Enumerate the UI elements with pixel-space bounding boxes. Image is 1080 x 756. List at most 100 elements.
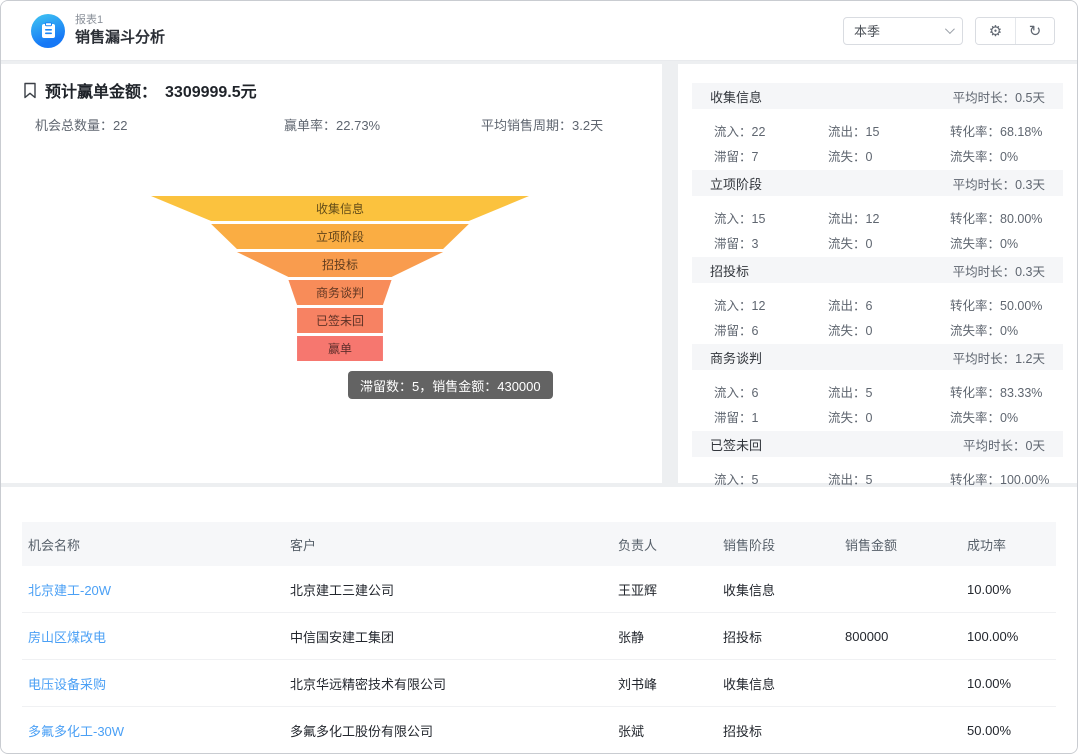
chevron-down-icon <box>945 24 955 34</box>
stat-value: 22 <box>113 118 127 133</box>
col-customer: 客户 <box>284 535 612 554</box>
stay-stat: 滞留：1 <box>714 407 828 426</box>
stat-total-opportunities: 机会总数量：22 <box>35 115 127 134</box>
col-owner: 负责人 <box>612 535 717 554</box>
conversion-stat: 转化率：50.00% <box>950 295 1063 314</box>
inflow-stat: 流入：6 <box>714 382 828 401</box>
opportunities-table: 机会名称 客户 负责人 销售阶段 销售金额 成功率 北京建工-20W 北京建工三… <box>22 522 1056 754</box>
refresh-icon: ↻ <box>1029 22 1042 40</box>
inflow-stat: 流入：5 <box>714 469 828 488</box>
funnel-segment-label: 商务谈判 <box>316 285 364 300</box>
stage-avg-duration: 平均时长：0.3天 <box>953 174 1045 193</box>
stat-value: 22.73% <box>336 118 380 133</box>
conversion-stat: 转化率：83.33% <box>950 382 1063 401</box>
col-amount: 销售金额 <box>839 535 961 554</box>
table-row: 电压设备采购 北京华远精密技术有限公司 刘书峰 收集信息 10.00% <box>22 660 1056 707</box>
success-rate-cell: 10.00% <box>961 582 1056 597</box>
table-row: 多氟多化工-30W 多氟多化工股份有限公司 张斌 招投标 50.00% <box>22 707 1056 754</box>
stage-avg-duration: 平均时长：0.3天 <box>953 261 1045 280</box>
stage-section: 收集信息 平均时长：0.5天 流入：22 流出：15 转化率：68.18% 滞留… <box>692 83 1063 167</box>
inflow-stat: 流入：22 <box>714 121 828 140</box>
stage-cell: 收集信息 <box>717 580 839 599</box>
stage-name: 商务谈判 <box>710 348 762 367</box>
stat-win-rate: 赢单率：22.73% <box>284 115 380 134</box>
stage-section-header: 招投标 平均时长：0.3天 <box>692 257 1063 283</box>
stage-section: 立项阶段 平均时长：0.3天 流入：15 流出：12 转化率：80.00% 滞留… <box>692 170 1063 254</box>
stage-name: 已签未回 <box>710 435 762 454</box>
stage-section-header: 已签未回 平均时长：0天 <box>692 431 1063 457</box>
lost-rate-stat: 流失率：0% <box>950 320 1063 339</box>
period-select[interactable]: 本季 <box>843 17 963 45</box>
gear-icon: ⚙ <box>989 22 1002 40</box>
owner-cell: 刘书峰 <box>612 674 717 693</box>
lost-stat: 流失：0 <box>828 407 950 426</box>
stage-stats-panel: 收集信息 平均时长：0.5天 流入：22 流出：15 转化率：68.18% 滞留… <box>678 64 1077 483</box>
stage-avg-duration: 平均时长：0天 <box>963 435 1045 454</box>
outflow-stat: 流出：5 <box>828 469 950 488</box>
opportunity-link[interactable]: 电压设备采购 <box>22 674 284 693</box>
stage-section-header: 立项阶段 平均时长：0.3天 <box>692 170 1063 196</box>
stage-avg-duration: 平均时长：0.5天 <box>953 87 1045 106</box>
table-body: 北京建工-20W 北京建工三建公司 王亚辉 收集信息 10.00% 房山区煤改电… <box>22 566 1056 754</box>
funnel-segment-label: 收集信息 <box>316 201 364 216</box>
amount-cell: 800000 <box>839 629 961 644</box>
stage-stats-row-2: 滞留：6 流失：0 流失率：0% <box>692 317 1063 341</box>
opportunity-link[interactable]: 房山区煤改电 <box>22 627 284 646</box>
settings-button[interactable]: ⚙ <box>976 18 1015 44</box>
stage-avg-duration: 平均时长：1.2天 <box>953 348 1045 367</box>
funnel-panel: 预计赢单金额： 3309999.5元 机会总数量：22 赢单率：22.73% 平… <box>1 64 662 483</box>
stat-avg-cycle: 平均销售周期：3.2天 <box>481 115 603 134</box>
opportunity-link[interactable]: 多氟多化工-30W <box>22 721 284 740</box>
funnel-segment-label: 赢单 <box>328 341 352 356</box>
top-bar-actions: 本季 ⚙ ↻ <box>843 17 1061 45</box>
stay-stat: 滞留：7 <box>714 146 828 165</box>
success-rate-cell: 10.00% <box>961 676 1056 691</box>
table-row: 北京建工-20W 北京建工三建公司 王亚辉 收集信息 10.00% <box>22 566 1056 613</box>
funnel-chart[interactable]: 收集信息立项阶段招投标商务谈判已签未回赢单 <box>1 190 661 375</box>
opportunity-link[interactable]: 北京建工-20W <box>22 580 284 599</box>
refresh-button[interactable]: ↻ <box>1015 18 1054 44</box>
funnel-segment-label: 招投标 <box>322 257 358 272</box>
table-header-row: 机会名称 客户 负责人 销售阶段 销售金额 成功率 <box>22 522 1056 566</box>
success-rate-cell: 50.00% <box>961 723 1056 738</box>
stage-section-header: 商务谈判 平均时长：1.2天 <box>692 344 1063 370</box>
outflow-stat: 流出：6 <box>828 295 950 314</box>
outflow-stat: 流出：5 <box>828 382 950 401</box>
toolbar-button-group: ⚙ ↻ <box>975 17 1055 45</box>
page-title: 销售漏斗分析 <box>75 29 165 47</box>
opportunities-panel: 机会名称 客户 负责人 销售阶段 销售金额 成功率 北京建工-20W 北京建工三… <box>1 487 1077 754</box>
lost-stat: 流失：0 <box>828 233 950 252</box>
stage-section-header: 收集信息 平均时长：0.5天 <box>692 83 1063 109</box>
stat-label: 平均销售周期： <box>481 118 572 133</box>
stat-label: 赢单率： <box>284 118 336 133</box>
conversion-stat: 转化率：80.00% <box>950 208 1063 227</box>
stage-section: 招投标 平均时长：0.3天 流入：12 流出：6 转化率：50.00% 滞留：6… <box>692 257 1063 341</box>
stay-stat: 滞留：3 <box>714 233 828 252</box>
success-rate-cell: 100.00% <box>961 629 1056 644</box>
stage-name: 立项阶段 <box>710 174 762 193</box>
outflow-stat: 流出：12 <box>828 208 950 227</box>
stage-stats-row-1: 流入：12 流出：6 转化率：50.00% <box>692 292 1063 316</box>
stay-stat: 滞留：6 <box>714 320 828 339</box>
col-stage: 销售阶段 <box>717 535 839 554</box>
win-amount-value: 3309999.5元 <box>165 78 257 102</box>
period-select-value: 本季 <box>854 21 880 40</box>
customer-cell: 中信国安建工集团 <box>284 627 612 646</box>
funnel-segment-label: 立项阶段 <box>316 229 364 244</box>
lost-stat: 流失：0 <box>828 146 950 165</box>
lost-stat: 流失：0 <box>828 320 950 339</box>
owner-cell: 张静 <box>612 627 717 646</box>
lost-rate-stat: 流失率：0% <box>950 233 1063 252</box>
stage-stats-row-2: 滞留：7 流失：0 流失率：0% <box>692 143 1063 167</box>
report-titles: 报表1 销售漏斗分析 <box>75 14 165 46</box>
stage-stats-row-2: 滞留：3 流失：0 流失率：0% <box>692 230 1063 254</box>
customer-cell: 北京建工三建公司 <box>284 580 612 599</box>
outflow-stat: 流出：15 <box>828 121 950 140</box>
stage-name: 招投标 <box>710 261 749 280</box>
lost-rate-stat: 流失率：0% <box>950 146 1063 165</box>
col-success-rate: 成功率 <box>961 535 1056 554</box>
stat-value: 3.2天 <box>572 118 603 133</box>
win-amount-label: 预计赢单金额： <box>45 78 157 102</box>
funnel-segment-label: 已签未回 <box>316 313 364 328</box>
stage-name: 收集信息 <box>710 87 762 106</box>
